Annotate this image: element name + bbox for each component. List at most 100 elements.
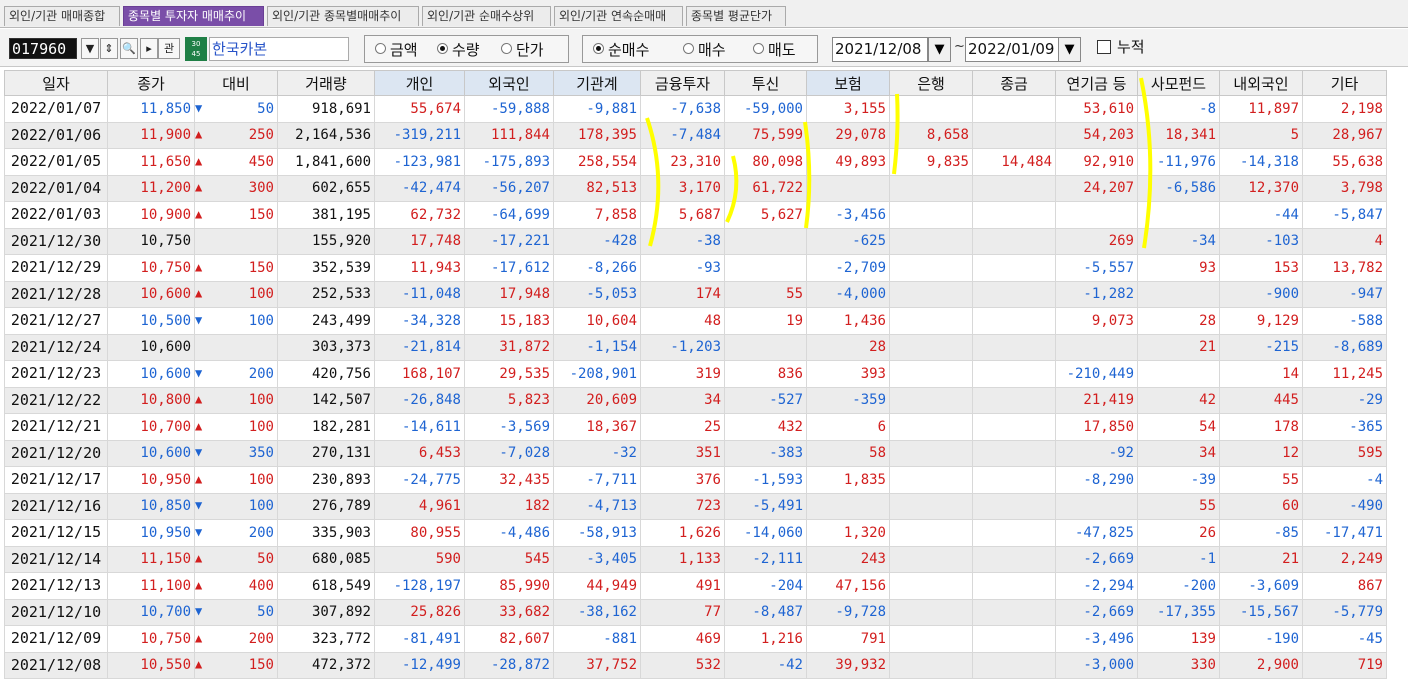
cell-pension-fund: -92 [1055, 439, 1138, 467]
cell-bank [889, 625, 973, 653]
column-header[interactable]: 일자 [4, 70, 108, 96]
change-value: 100 [248, 286, 274, 303]
tab-investor-trend-by-stock[interactable]: 종목별 투자자 매매추이 [123, 6, 264, 26]
up-triangle-icon: ▲ [195, 259, 203, 274]
table-row[interactable]: 2021/12/23 10,600 ▼ 200 420,756 168,107 29,535… [4, 360, 1387, 388]
table-row[interactable]: 2021/12/10 10,700 ▼ 50 307,892 25,826 33,682 -3… [4, 598, 1387, 626]
column-header[interactable]: 투신 [724, 70, 807, 96]
radio-label: 매도 [768, 41, 796, 59]
table-row[interactable]: 2021/12/20 10,600 ▼ 350 270,131 6,453 -7,028 -3… [4, 439, 1387, 467]
search-icon[interactable]: 🔍 [120, 38, 138, 59]
cell-date: 2022/01/04 [4, 174, 108, 202]
table-row[interactable]: 2021/12/28 10,600 ▲ 100 252,533 -11,048 17,948… [4, 280, 1387, 308]
table-row[interactable]: 2022/01/04 11,200 ▲ 300 602,655 -42,474 -56,20… [4, 174, 1387, 202]
column-header[interactable]: 외국인 [464, 70, 554, 96]
cell-close-price: 10,600 [107, 360, 195, 388]
cell-merchant-bank [972, 280, 1056, 308]
table-row[interactable]: 2021/12/24 10,600 303,373 -21,814 31,872 -1,1… [4, 333, 1387, 361]
table-row[interactable]: 2022/01/06 11,900 ▲ 250 2,164,536 -319,211 111… [4, 121, 1387, 149]
spin-updown-icon[interactable]: ⇕ [100, 38, 118, 59]
column-header[interactable]: 연기금 등 [1055, 70, 1138, 96]
cell-date: 2021/12/30 [4, 227, 108, 255]
start-date-input[interactable]: 2021/12/08 [832, 37, 928, 62]
cell-date: 2021/12/29 [4, 254, 108, 282]
cell-close-price: 11,850 [107, 95, 195, 123]
cell-institution-total: 37,752 [553, 651, 641, 679]
table-row[interactable]: 2022/01/03 10,900 ▲ 150 381,195 62,732 -64,699… [4, 201, 1387, 229]
table-row[interactable]: 2021/12/17 10,950 ▲ 100 230,893 -24,775 32,435… [4, 466, 1387, 494]
column-header[interactable]: 개인 [374, 70, 465, 96]
next-arrow-icon[interactable]: ▸ [140, 38, 158, 59]
cell-investment-trust: -2,111 [724, 545, 807, 573]
code-dropdown-icon[interactable]: ▼ [81, 38, 99, 59]
cell-merchant-bank [972, 95, 1056, 123]
tab-foreign-institution-summary[interactable]: 외인/기관 매매종합 [4, 6, 120, 26]
table-row[interactable]: 2021/12/08 10,550 ▲ 150 472,372 -12,499 -28,87… [4, 651, 1387, 679]
column-header[interactable]: 내외국인 [1219, 70, 1303, 96]
end-date-input[interactable]: 2022/01/09 [965, 37, 1059, 62]
column-header[interactable]: 종금 [972, 70, 1056, 96]
cell-change: ▲ 150 [194, 201, 278, 229]
radio-label: 금액 [390, 41, 418, 59]
change-value: 100 [248, 312, 274, 329]
radio-quantity[interactable]: 수량 [437, 42, 480, 58]
up-triangle-icon: ▲ [195, 180, 203, 195]
stock-code-input[interactable]: 017960 [9, 38, 77, 59]
cell-bank [889, 386, 973, 414]
end-date-dropdown-icon[interactable]: ▼ [1058, 37, 1081, 62]
table-row[interactable]: 2021/12/16 10,850 ▼ 100 276,789 4,961 182 -4,71… [4, 492, 1387, 520]
cell-date: 2021/12/28 [4, 280, 108, 308]
table-row[interactable]: 2021/12/21 10,700 ▲ 100 182,281 -14,611 -3,569… [4, 413, 1387, 441]
table-row[interactable]: 2021/12/15 10,950 ▼ 200 335,903 80,955 -4,486-… [4, 519, 1387, 547]
table-row[interactable]: 2021/12/09 10,750 ▲ 200 323,772 -81,491 82,607… [4, 625, 1387, 653]
column-header[interactable]: 대비 [194, 70, 278, 96]
cell-bank [889, 174, 973, 202]
radio-amount[interactable]: 금액 [375, 42, 418, 58]
column-header[interactable]: 은행 [889, 70, 973, 96]
cell-individual: -11,048 [374, 280, 465, 308]
cell-date: 2021/12/14 [4, 545, 108, 573]
tab-net-buy-top[interactable]: 외인/기관 순매수상위 [422, 6, 551, 26]
column-header[interactable]: 기타 [1302, 70, 1387, 96]
cell-financial-investment: 25 [640, 413, 725, 441]
cell-insurance: 49,893 [806, 148, 890, 176]
related-button[interactable]: 관 [158, 38, 180, 59]
cell-close-price: 10,800 [107, 386, 195, 414]
cell-other: -45 [1302, 625, 1387, 653]
cell-individual: 590 [374, 545, 465, 573]
cell-domestic-foreigner: -14,318 [1219, 148, 1303, 176]
table-row[interactable]: 2021/12/27 10,500 ▼ 100 243,499 -34,328 15,183… [4, 307, 1387, 335]
radio-unit-price[interactable]: 단가 [501, 42, 544, 58]
table-row[interactable]: 2021/12/30 10,750 155,920 17,748 -17,221 -428… [4, 227, 1387, 255]
column-header[interactable]: 금융투자 [640, 70, 725, 96]
cell-date: 2021/12/17 [4, 466, 108, 494]
cell-foreign: 17,948 [464, 280, 554, 308]
cell-date: 2021/12/13 [4, 572, 108, 600]
tab-foreign-institution-stock-trend[interactable]: 외인/기관 종목별매매추이 [267, 6, 419, 26]
radio-buy[interactable]: 매수 [683, 42, 726, 58]
down-triangle-icon: ▼ [195, 365, 203, 380]
column-header[interactable]: 기관계 [553, 70, 641, 96]
tab-continuous-net-trade[interactable]: 외인/기관 연속순매매 [554, 6, 683, 26]
tab-average-price[interactable]: 종목별 평균단가 [686, 6, 786, 26]
table-row[interactable]: 2021/12/13 11,100 ▲ 400 618,549 -128,197 85,99… [4, 572, 1387, 600]
radio-net-buy[interactable]: 순매수 [593, 42, 649, 58]
column-header[interactable]: 거래량 [277, 70, 375, 96]
table-row[interactable]: 2022/01/05 11,650 ▲ 450 1,841,600 -123,981 -17… [4, 148, 1387, 176]
cell-pension-fund: -5,557 [1055, 254, 1138, 282]
start-date-dropdown-icon[interactable]: ▼ [928, 37, 951, 62]
stock-name-field[interactable]: 한국카본 [209, 37, 349, 61]
down-triangle-icon: ▼ [195, 604, 203, 619]
table-row[interactable]: 2021/12/29 10,750 ▲ 150 352,539 11,943 -17,612… [4, 254, 1387, 282]
column-header[interactable]: 보험 [806, 70, 890, 96]
cell-other: -17,471 [1302, 519, 1387, 547]
column-header[interactable]: 사모펀드 [1137, 70, 1220, 96]
table-row[interactable]: 2021/12/22 10,800 ▲ 100 142,507 -26,848 5,823 2… [4, 386, 1387, 414]
cumulative-checkbox[interactable]: 누적 [1097, 38, 1145, 56]
table-row[interactable]: 2021/12/14 11,150 ▲ 50 680,085 590 545 -3,405 1,… [4, 545, 1387, 573]
table-row[interactable]: 2022/01/07 11,850 ▼ 50 918,691 55,674 -59,888-… [4, 95, 1387, 123]
radio-sell[interactable]: 매도 [753, 42, 796, 58]
column-header[interactable]: 종가 [107, 70, 195, 96]
cell-foreign: -175,893 [464, 148, 554, 176]
cell-financial-investment: 174 [640, 280, 725, 308]
